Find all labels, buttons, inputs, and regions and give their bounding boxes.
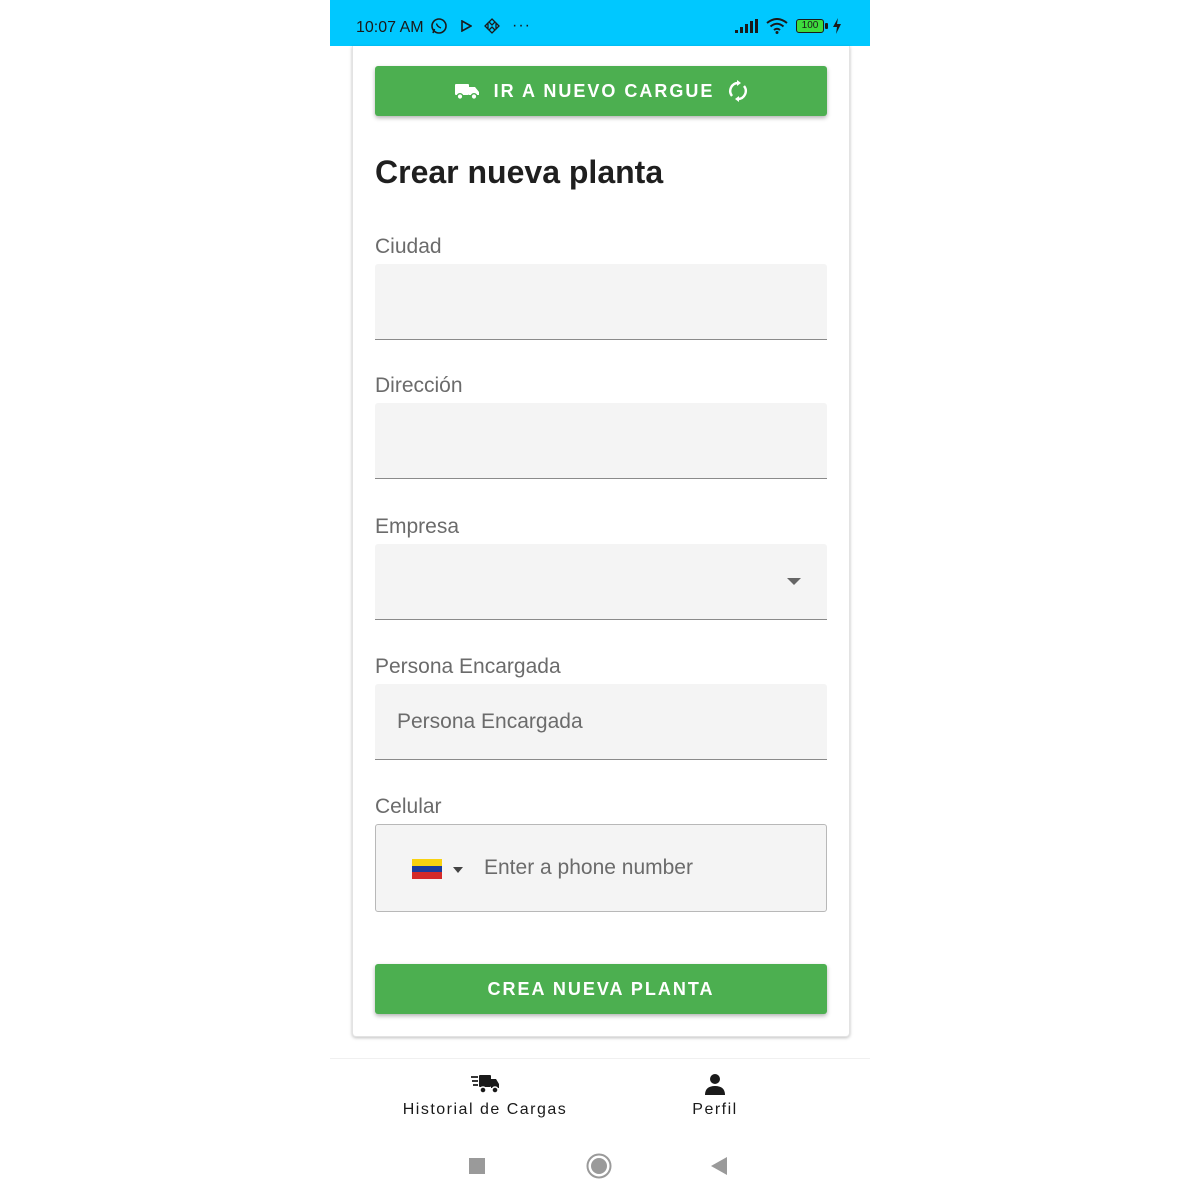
nuevo-cargue-label: IR A NUEVO CARGUE	[493, 80, 715, 101]
ciudad-label: Ciudad	[375, 235, 442, 258]
empresa-dropdown[interactable]	[375, 544, 827, 620]
bottom-nav: Historial de Cargas Perfil	[330, 1058, 870, 1135]
square-recents-icon[interactable]	[468, 1157, 486, 1175]
nav-historial-label: Historial de Cargas	[402, 1101, 568, 1118]
persona-encargada-placeholder: Persona Encargada	[397, 710, 583, 733]
persona-encargada-label: Persona Encargada	[375, 655, 561, 678]
binance-icon	[484, 18, 500, 34]
status-bar: 10:07 AM ··· 100	[330, 0, 870, 46]
system-nav-bar	[330, 1134, 870, 1200]
triangle-back-icon[interactable]	[709, 1156, 729, 1176]
nav-perfil-label: Perfil	[692, 1101, 738, 1118]
nav-perfil[interactable]: Perfil	[675, 1073, 755, 1119]
page-title: Crear nueva planta	[375, 154, 664, 190]
wifi-icon	[766, 18, 788, 34]
chevron-down-icon	[787, 578, 801, 585]
country-dropdown-icon[interactable]	[453, 867, 463, 873]
more-notifications-icon: ···	[512, 17, 531, 34]
persona-encargada-input[interactable]: Persona Encargada	[375, 684, 827, 760]
phone-placeholder: Enter a phone number	[484, 856, 693, 879]
form-card: IR A NUEVO CARGUE Crear nueva planta Ciu…	[352, 46, 850, 1037]
empresa-label: Empresa	[375, 515, 460, 538]
direccion-input[interactable]	[375, 403, 827, 479]
celular-label: Celular	[375, 795, 442, 818]
nuevo-cargue-button[interactable]: IR A NUEVO CARGUE	[375, 66, 827, 116]
phone-screen: 10:07 AM ··· 100 IR A NUEVO CARGUE Crear…	[330, 0, 870, 1200]
crea-nueva-planta-label: CREA NUEVA PLANTA	[487, 978, 715, 999]
direccion-label: Dirección	[375, 374, 463, 397]
truck-icon	[471, 1075, 499, 1094]
signal-icon	[735, 19, 758, 33]
battery-icon: 100	[796, 19, 828, 33]
play-store-icon	[461, 20, 472, 32]
refresh-icon	[729, 80, 748, 102]
whatsapp-icon	[431, 18, 447, 34]
charging-icon	[833, 18, 841, 34]
truck-icon	[454, 84, 479, 100]
venezuela-flag-icon[interactable]	[412, 859, 442, 879]
circle-home-icon[interactable]	[586, 1153, 612, 1179]
person-icon	[705, 1074, 725, 1095]
nav-historial-de-cargas[interactable]: Historial de Cargas	[400, 1073, 570, 1119]
ciudad-input[interactable]	[375, 264, 827, 340]
celular-input[interactable]: Enter a phone number	[375, 824, 827, 912]
crea-nueva-planta-button[interactable]: CREA NUEVA PLANTA	[375, 964, 827, 1014]
status-time: 10:07 AM	[356, 19, 424, 36]
